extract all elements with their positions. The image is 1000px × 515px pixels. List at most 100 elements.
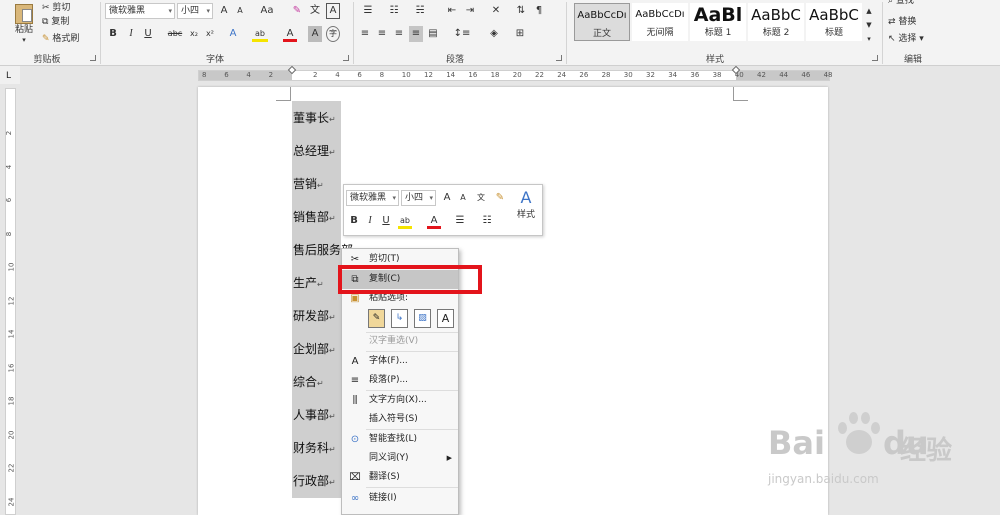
styles-launcher-icon[interactable] (872, 55, 878, 61)
paste-text-only-icon[interactable]: A (437, 309, 454, 328)
text-effects-button[interactable]: A (226, 26, 240, 42)
grow-font-button[interactable]: A (217, 3, 231, 19)
align-left-button[interactable]: ≡ (358, 26, 372, 42)
paste-button[interactable]: 粘贴 ▾ (8, 2, 40, 46)
ruler-tick-label: 8 (202, 71, 207, 79)
horizontal-ruler[interactable]: 8 6 4 2 2 4 6 8 10 12 14 16 18 20 22 24 26 28 30 32 34 36 38 40… (198, 65, 833, 81)
enclose-char-button[interactable]: 字 (326, 26, 340, 42)
mini-phonetic-button[interactable]: 文 (474, 190, 488, 206)
borders-button[interactable]: ⊞ (510, 26, 530, 42)
style-heading-1[interactable]: AaBl 标题 1 (690, 3, 746, 41)
mini-font-color-button[interactable]: A (427, 213, 441, 229)
superscript-button[interactable]: x² (203, 26, 217, 42)
underline-button[interactable]: U (142, 26, 154, 42)
document-line[interactable]: 营销↵ (293, 174, 324, 194)
asian-layout-button[interactable]: ✕ (486, 3, 506, 19)
highlight-color-button[interactable]: ab (252, 26, 268, 42)
clipboard-launcher-icon[interactable] (90, 55, 96, 61)
clear-format-icon[interactable]: ✎ (290, 3, 304, 19)
document-line[interactable]: 销售部↵ (293, 207, 336, 227)
align-center-button[interactable]: ≡ (375, 26, 389, 42)
line-spacing-button[interactable]: ↕≡ (452, 26, 472, 42)
change-case-button[interactable]: Aa (256, 3, 278, 19)
styles-group-label: 样式 (705, 55, 724, 65)
font-name-combo[interactable]: 微软雅黑 ▾ (105, 3, 175, 19)
mini-bold-button[interactable]: B (348, 213, 360, 229)
multilevel-list-button[interactable]: ☵ (410, 3, 430, 19)
font-size-combo[interactable]: 小四 ▾ (177, 3, 213, 19)
distributed-button[interactable]: ▤ (426, 26, 440, 42)
shrink-font-button[interactable]: A (233, 3, 247, 19)
document-line[interactable]: 生产↵ (293, 273, 324, 293)
tab-selector[interactable]: L (0, 66, 20, 84)
mini-numbering-button[interactable]: ☷ (479, 213, 495, 229)
phonetic-guide-button[interactable]: 文 (308, 3, 322, 19)
paste-merge-format-icon[interactable]: ↳ (391, 309, 408, 328)
select-button[interactable]: ↖ 选择 ▾ (888, 31, 938, 47)
align-right-button[interactable]: ≡ (392, 26, 406, 42)
menu-item-insert-symbol[interactable]: 插入符号(S) (342, 410, 458, 429)
char-shading-button[interactable]: A (308, 26, 322, 42)
bold-button[interactable]: B (106, 26, 120, 42)
shading-button[interactable]: ◈ (484, 26, 504, 42)
style-heading-2[interactable]: AaBbC 标题 2 (748, 3, 804, 41)
document-line[interactable]: 人事部↵ (293, 405, 336, 425)
menu-item-font[interactable]: A 字体(F)... (342, 352, 458, 371)
subscript-button[interactable]: x₂ (187, 26, 201, 42)
menu-item-translate[interactable]: ⌧ 翻译(S) (342, 468, 458, 487)
style-title[interactable]: AaBbC 标题 (806, 3, 862, 41)
font-icon: A (351, 356, 359, 367)
bullets-button[interactable]: ☰ (358, 3, 378, 19)
italic-button[interactable]: I (125, 26, 137, 42)
ruler-tick-label: 20 (7, 430, 16, 439)
mini-bullets-button[interactable]: ☰ (452, 213, 468, 229)
menu-item-smart-lookup[interactable]: ⊙ 智能查找(L) (342, 430, 458, 449)
font-launcher-icon[interactable] (343, 55, 349, 61)
decrease-indent-button[interactable]: ⇤ (444, 3, 460, 19)
style-no-spacing[interactable]: AaBbCcDı 无间隔 (632, 3, 688, 41)
increase-indent-button[interactable]: ⇥ (462, 3, 478, 19)
mini-font-size-combo[interactable]: 小四 ▾ (401, 190, 436, 206)
styles-more[interactable]: ▾ (864, 31, 874, 47)
document-line[interactable]: 财务科↵ (293, 438, 336, 458)
mini-styles-button[interactable]: A 样式 (512, 189, 540, 229)
numbering-button[interactable]: ☷ (384, 3, 404, 19)
paste-keep-format-icon[interactable]: ✎ (368, 309, 385, 328)
menu-item-link[interactable]: ∞ 链接(I) (342, 489, 458, 508)
menu-item-synonyms[interactable]: 同义词(Y) ▶ (342, 449, 458, 468)
paragraph-mark-icon: ↵ (329, 214, 336, 223)
document-line[interactable]: 企划部↵ (293, 339, 336, 359)
mini-format-painter-icon[interactable]: ✎ (493, 190, 507, 206)
strikethrough-button[interactable]: abc (166, 26, 184, 42)
mini-grow-font-button[interactable]: A (441, 190, 453, 206)
mini-highlight-button[interactable]: ab (398, 213, 412, 229)
document-line[interactable]: 行政部↵ (293, 471, 336, 491)
document-line[interactable]: 总经理↵ (293, 141, 336, 161)
format-painter-button[interactable]: ✎ 格式刷 (42, 31, 92, 47)
paragraph-mark-icon: ↵ (329, 478, 336, 487)
sort-button[interactable]: ⇅ (514, 3, 528, 19)
ruler-tick-label: 10 (7, 262, 16, 272)
mini-italic-button[interactable]: I (364, 213, 376, 229)
mini-shrink-font-button[interactable]: A (457, 190, 469, 206)
justify-button[interactable]: ≡ (409, 26, 423, 42)
copy-button[interactable]: ⧉ 复制 (42, 14, 82, 30)
vertical-ruler[interactable]: 2 4 6 8 10 12 14 16 18 20 22 24 (5, 88, 16, 515)
show-marks-button[interactable]: ¶ (532, 3, 546, 19)
menu-item-paragraph[interactable]: ≡ 段落(P)... (342, 371, 458, 390)
style-normal[interactable]: AaBbCcDı 正文 (574, 3, 630, 41)
paragraph-group-label: 段落 (445, 55, 464, 65)
document-line[interactable]: 综合↵ (293, 372, 324, 392)
replace-button[interactable]: ⇄ 替换 (888, 14, 938, 30)
paste-picture-icon[interactable]: ▨ (414, 309, 431, 328)
mini-font-name-combo[interactable]: 微软雅黑 ▾ (346, 190, 399, 206)
char-border-button[interactable]: A (326, 3, 340, 19)
font-color-button[interactable]: A (283, 26, 297, 42)
menu-item-text-direction[interactable]: ⫼ 文字方向(X)... (342, 391, 458, 410)
document-line[interactable]: 研发部↵ (293, 306, 336, 326)
ruler-tick-label: 2 (5, 130, 14, 136)
paragraph-launcher-icon[interactable] (556, 55, 562, 61)
mini-underline-button[interactable]: U (380, 213, 392, 229)
document-line[interactable]: 董事长↵ (293, 108, 336, 128)
find-button[interactable]: ⌕ 查找 (888, 0, 938, 9)
